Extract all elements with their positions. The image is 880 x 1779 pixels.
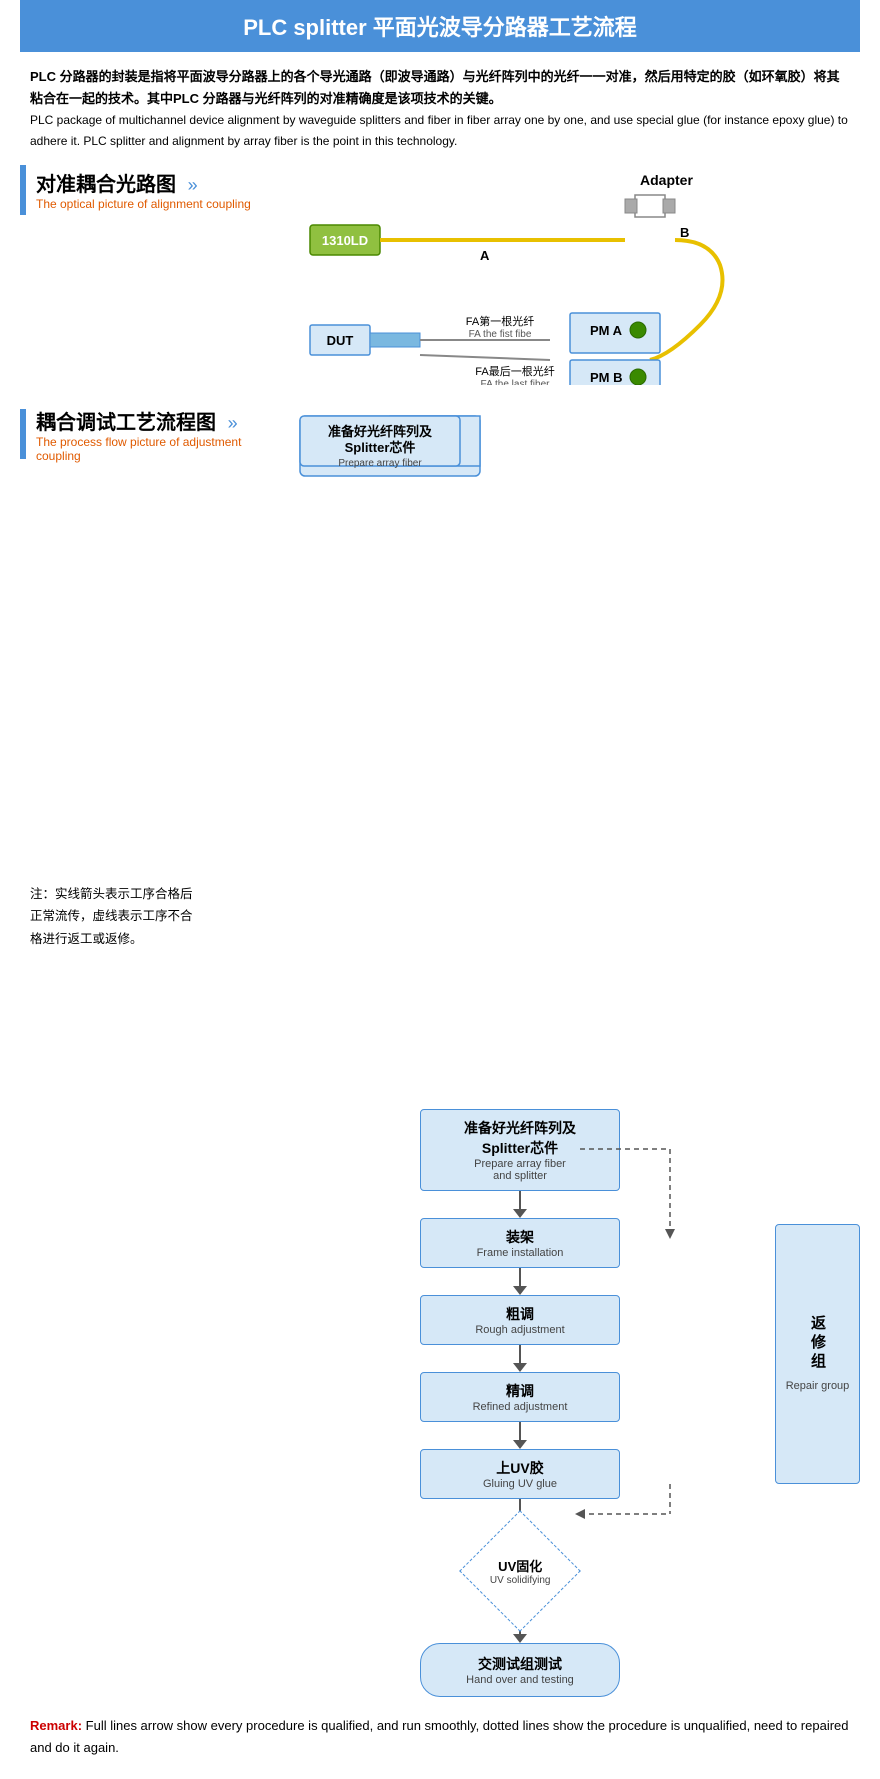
step6-en: UV solidifying bbox=[490, 1575, 551, 1586]
step5-en: Gluing UV glue bbox=[433, 1478, 607, 1490]
remark-bold: Remark: bbox=[30, 1718, 82, 1733]
step2-cn: 装架 bbox=[433, 1227, 607, 1247]
section1-title-cn: 对准耦合光路图 bbox=[36, 174, 176, 196]
svg-text:FA the last fiber: FA the last fiber bbox=[481, 379, 551, 385]
step3-en: Rough adjustment bbox=[433, 1324, 607, 1336]
section2-header-and-remark: 耦合调试工艺流程图 » The process flow picture of … bbox=[20, 406, 260, 1697]
flowchart-svg: 准备好光纤阵列及 Splitter芯件 Prepare array fiber bbox=[280, 406, 710, 1106]
remark-en-text: Full lines arrow show every procedure is… bbox=[30, 1718, 849, 1755]
section1-bar bbox=[20, 165, 26, 215]
flow-step3: 粗调 Rough adjustment bbox=[420, 1295, 620, 1345]
svg-text:PM A: PM A bbox=[590, 323, 623, 338]
adapter-label: Adapter bbox=[640, 172, 693, 188]
svg-text:Splitter芯件: Splitter芯件 bbox=[345, 440, 416, 455]
svg-text:FA the fist fibe: FA the fist fibe bbox=[469, 329, 532, 340]
svg-text:DUT: DUT bbox=[327, 333, 354, 348]
svg-text:准备好光纤阵列及: 准备好光纤阵列及 bbox=[328, 424, 433, 439]
step1-cn: 准备好光纤阵列及Splitter芯件 bbox=[433, 1118, 607, 1158]
flow-step1: 准备好光纤阵列及Splitter芯件 Prepare array fiberan… bbox=[420, 1109, 620, 1191]
step6-cn: UV固化 bbox=[490, 1556, 551, 1575]
section1-title-en: The optical picture of alignment couplin… bbox=[36, 197, 251, 211]
svg-text:Prepare array fiber: Prepare array fiber bbox=[338, 458, 422, 469]
remark-en: Remark: Full lines arrow show every proc… bbox=[30, 1715, 850, 1759]
bottom-section: 耦合调试工艺流程图 » The process flow picture of … bbox=[20, 406, 860, 1697]
section2-title-en: The process flow picture of adjustment c… bbox=[36, 435, 260, 463]
svg-text:A: A bbox=[480, 248, 490, 263]
section2-arrows: » bbox=[228, 413, 238, 433]
section1-arrows: » bbox=[188, 175, 198, 195]
repair-en: Repair group bbox=[782, 1380, 854, 1392]
svg-text:FA第一根光纤: FA第一根光纤 bbox=[466, 314, 534, 328]
step5-cn: 上UV胶 bbox=[433, 1458, 607, 1478]
intro-block: PLC 分路器的封装是指将平面波导分路器上的各个导光通路（即波导通路）与光纤阵列… bbox=[20, 66, 860, 151]
flow-step2: 装架 Frame installation bbox=[420, 1218, 620, 1268]
svg-text:PM B: PM B bbox=[590, 370, 623, 385]
flow-step6-diamond-wrap: UV固化 UV solidifying bbox=[420, 1526, 620, 1616]
svg-text:1310LD: 1310LD bbox=[322, 233, 368, 248]
intro-en: PLC package of multichannel device align… bbox=[30, 110, 850, 151]
remark-block-bottom: Remark: Full lines arrow show every proc… bbox=[20, 1715, 860, 1759]
step2-en: Frame installation bbox=[433, 1247, 607, 1259]
svg-text:B: B bbox=[680, 225, 689, 240]
arrow1 bbox=[420, 1191, 620, 1218]
flow-step4: 精调 Refined adjustment bbox=[420, 1372, 620, 1422]
top-section: 对准耦合光路图 » The optical picture of alignme… bbox=[20, 165, 860, 388]
step4-en: Refined adjustment bbox=[433, 1401, 607, 1413]
repair-cn: 返修组 bbox=[807, 1315, 828, 1372]
arrow3 bbox=[420, 1345, 620, 1372]
arrow2 bbox=[420, 1268, 620, 1295]
intro-cn: PLC 分路器的封装是指将平面波导分路器上的各个导光通路（即波导通路）与光纤阵列… bbox=[30, 66, 850, 110]
optical-diagram-svg: Adapter 1310LD A B DUT bbox=[280, 165, 760, 385]
repair-group-box: 返修组 Repair group bbox=[775, 1224, 860, 1484]
section2-title-cn: 耦合调试工艺流程图 bbox=[36, 412, 216, 434]
section2-bar bbox=[20, 409, 26, 459]
svg-text:FA最后一根光纤: FA最后一根光纤 bbox=[475, 364, 554, 378]
step6-content: UV固化 UV solidifying bbox=[490, 1556, 551, 1586]
flow-step5: 上UV胶 Gluing UV glue bbox=[420, 1449, 620, 1499]
step3-cn: 粗调 bbox=[433, 1304, 607, 1324]
section1-header: 对准耦合光路图 » The optical picture of alignme… bbox=[20, 165, 260, 388]
step4-cn: 精调 bbox=[433, 1381, 607, 1401]
step1-en: Prepare array fiberand splitter bbox=[433, 1158, 607, 1182]
page-title: PLC splitter 平面光波导分路器工艺流程 bbox=[20, 10, 860, 42]
step7-cn: 交测试组测试 bbox=[433, 1654, 607, 1674]
flow-step7: 交测试组测试 Hand over and testing bbox=[420, 1643, 620, 1697]
remark-cn: 注：实线箭头表示工序合格后 正常流传，虚线表示工序不合 格进行返工或返修。 bbox=[30, 883, 250, 951]
flow-diamond: UV固化 UV solidifying bbox=[459, 1510, 581, 1632]
arrow4 bbox=[420, 1422, 620, 1449]
optical-diagram-area: Adapter 1310LD A B DUT bbox=[270, 165, 860, 388]
step7-en: Hand over and testing bbox=[433, 1674, 607, 1686]
title-bar: PLC splitter 平面光波导分路器工艺流程 bbox=[20, 0, 860, 52]
flowchart-area: 准备好光纤阵列及 Splitter芯件 Prepare array fiber … bbox=[270, 406, 860, 1697]
